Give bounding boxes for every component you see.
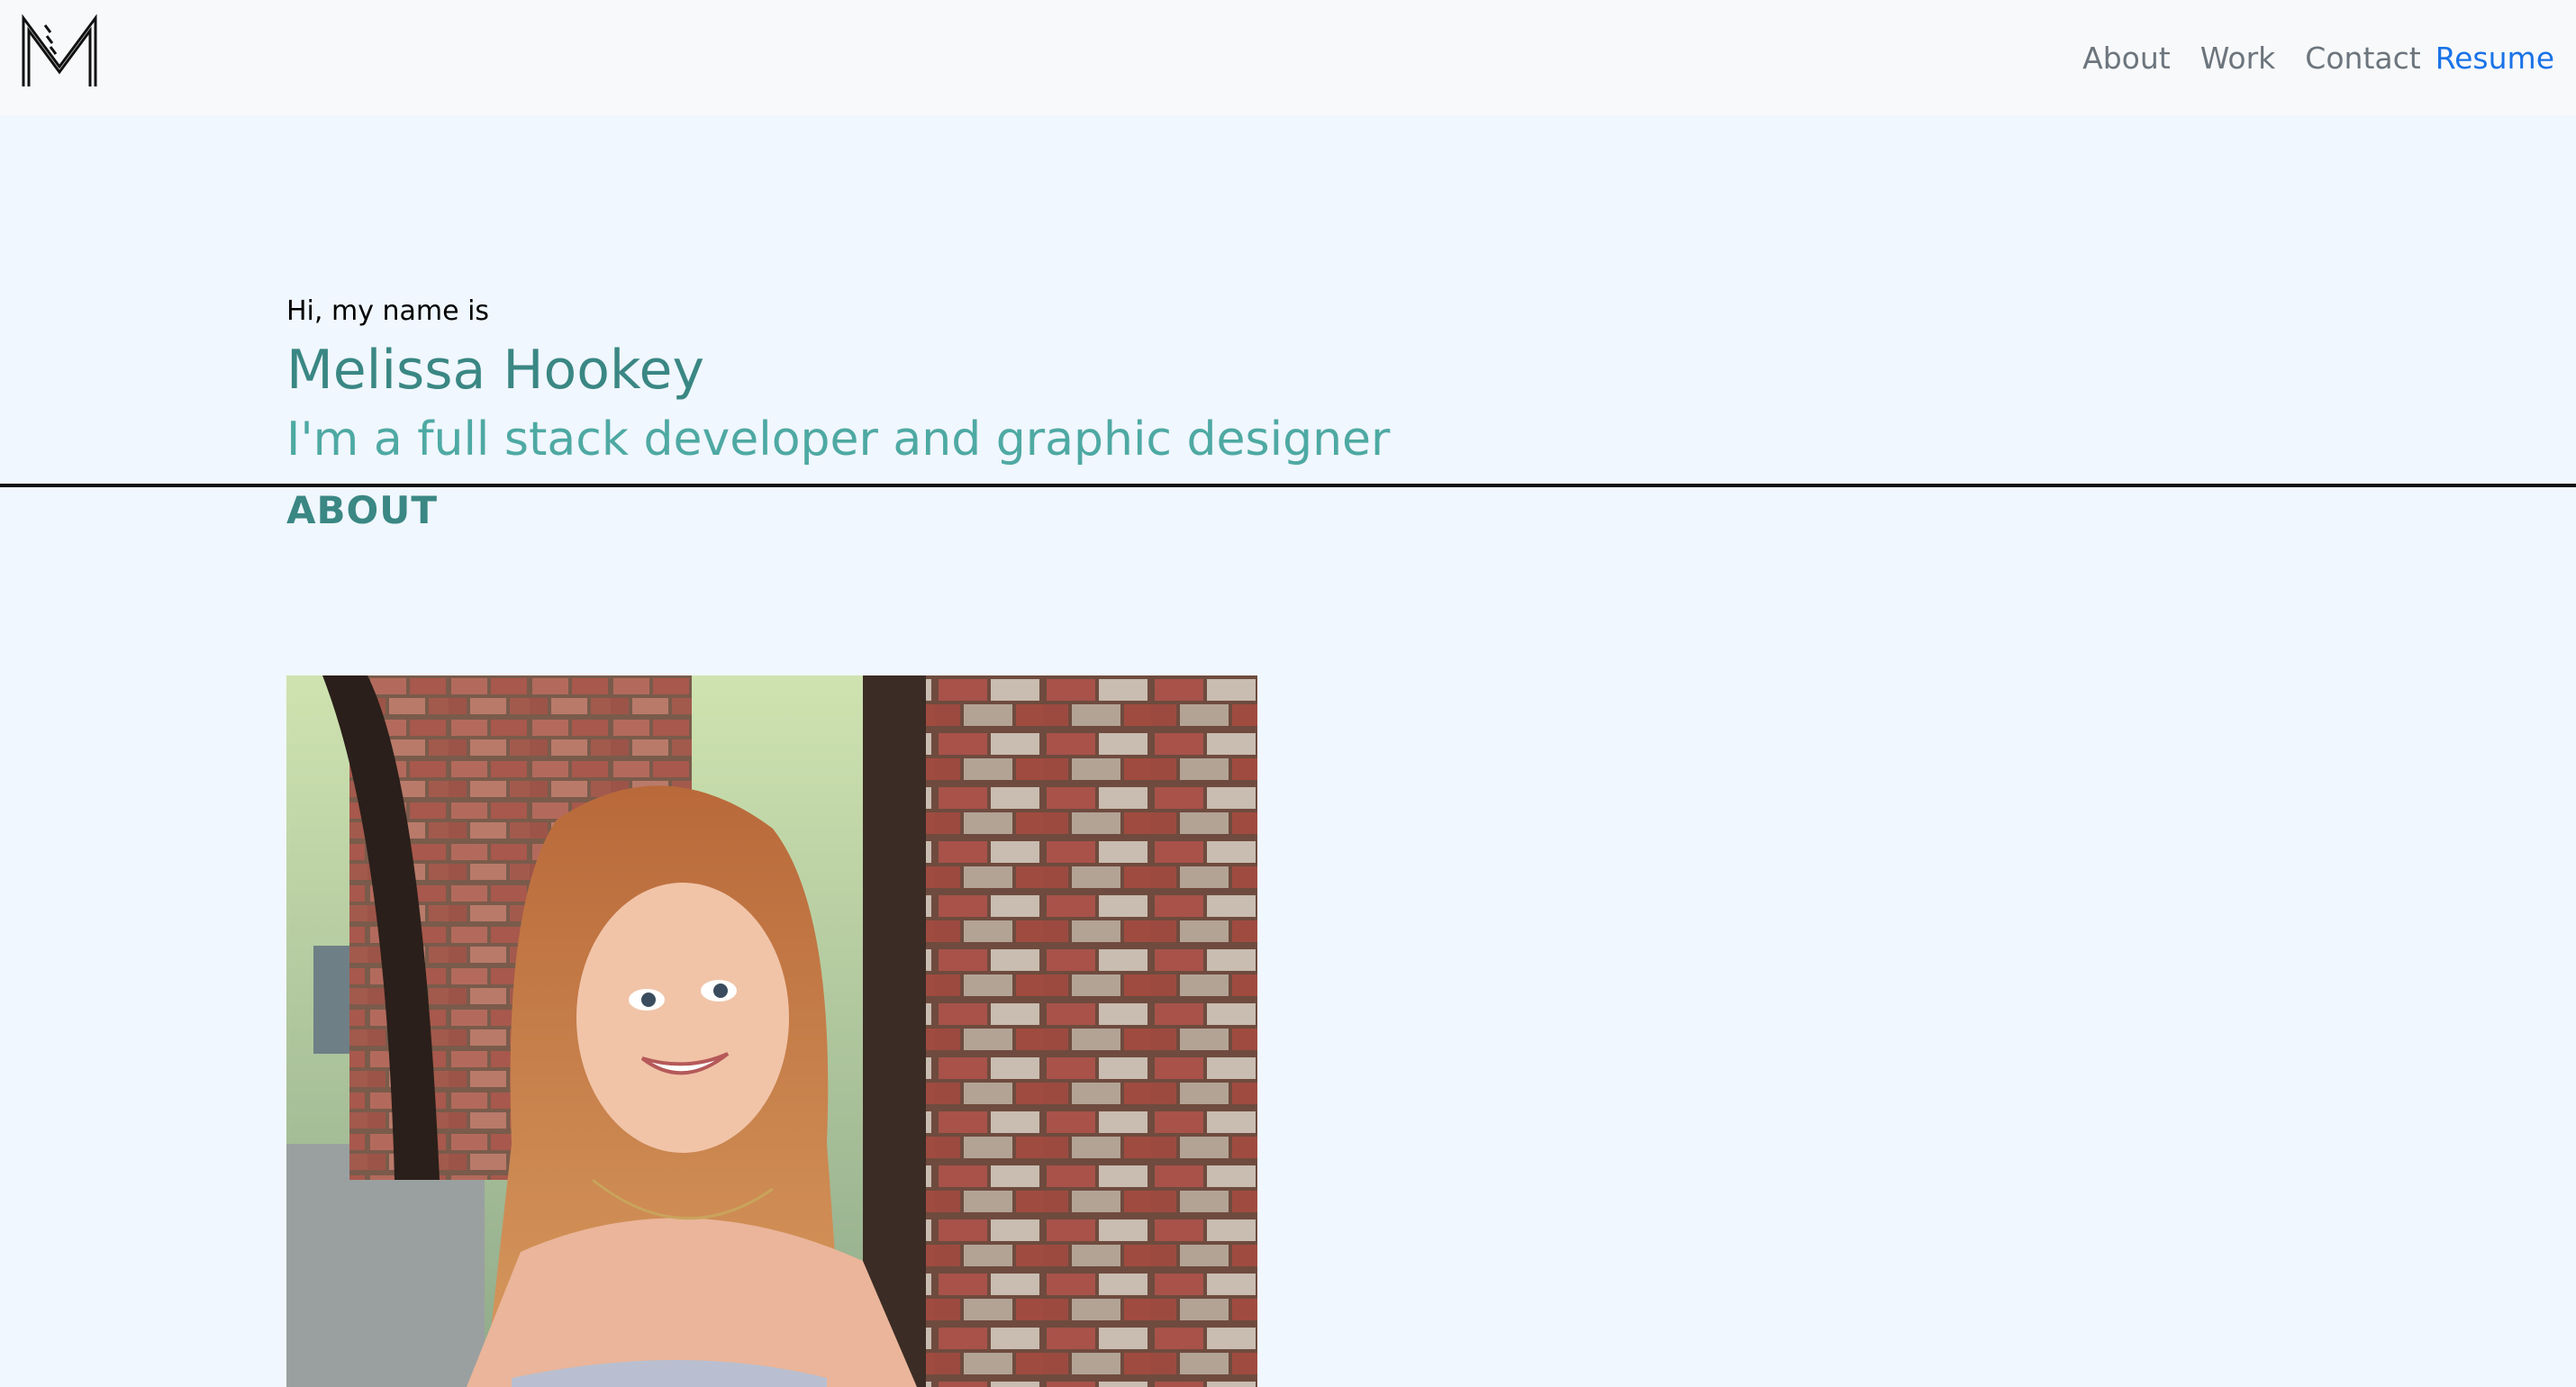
hero-name: Melissa Hookey	[286, 339, 704, 402]
nav-link-about[interactable]: About	[2082, 41, 2171, 76]
hero-tagline: I'm a full stack developer and graphic d…	[286, 412, 1391, 467]
profile-photo	[286, 675, 1257, 1387]
section-divider	[0, 484, 2576, 487]
profile-photo-illustration	[286, 675, 1257, 1387]
m-logo-icon[interactable]	[20, 13, 99, 90]
nav-links: About Work Contact Resume	[2053, 0, 2554, 115]
navbar: About Work Contact Resume	[0, 0, 2576, 115]
hero-greeting: Hi, my name is	[286, 295, 490, 327]
about-heading: ABOUT	[286, 488, 438, 532]
nav-link-resume[interactable]: Resume	[2435, 41, 2554, 76]
nav-link-contact[interactable]: Contact	[2305, 41, 2420, 76]
nav-link-work[interactable]: Work	[2200, 41, 2276, 76]
